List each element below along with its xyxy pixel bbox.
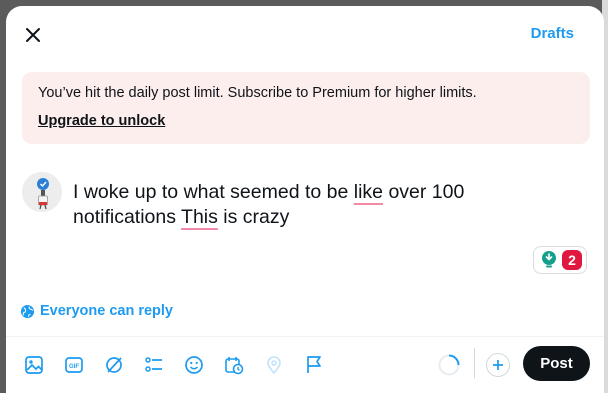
spell-flagged-word[interactable]: This [181, 206, 218, 228]
drafts-button[interactable]: Drafts [531, 25, 574, 42]
compose-modal: Drafts You’ve hit the daily post limit. … [6, 6, 604, 393]
location-icon [267, 356, 281, 375]
grammar-issue-count: 2 [562, 250, 582, 270]
add-emoji-button[interactable] [180, 351, 208, 379]
compose-textarea[interactable]: I woke up to what seemed to be like over… [73, 180, 553, 230]
grok-button[interactable] [100, 351, 128, 379]
flag-icon [307, 356, 321, 373]
post-button[interactable]: Post [523, 346, 590, 381]
close-icon [26, 28, 40, 42]
add-location-button[interactable] [260, 351, 288, 379]
reply-setting-label: Everyone can reply [40, 303, 173, 319]
plus-icon [493, 360, 503, 370]
add-media-button[interactable] [20, 351, 48, 379]
add-gif-button[interactable]: GIF [60, 351, 88, 379]
image-icon [25, 356, 43, 374]
modal-header: Drafts [6, 6, 604, 62]
compose-text-segment: is crazy [217, 206, 290, 228]
compose-text-segment: I woke up to what seemed to be [73, 181, 354, 203]
toolbar-divider [6, 336, 604, 337]
post-limit-banner: You’ve hit the daily post limit. Subscri… [22, 72, 590, 144]
avatar[interactable] [22, 172, 62, 212]
character-progress-ring [438, 354, 460, 376]
grammar-checker-button[interactable]: 2 [533, 246, 587, 274]
lightbulb-icon [542, 251, 556, 268]
reply-setting-button[interactable]: Everyone can reply [20, 303, 173, 319]
close-button[interactable] [16, 18, 50, 52]
tag-location-button[interactable] [300, 351, 328, 379]
svg-text:GIF: GIF [69, 364, 79, 370]
post-limit-message: You’ve hit the daily post limit. Subscri… [38, 85, 477, 101]
compose-text-segment: notifications [73, 206, 182, 228]
globe-icon [20, 304, 35, 318]
grok-icon [106, 357, 122, 373]
upgrade-link[interactable]: Upgrade to unlock [38, 113, 165, 129]
compose-toolbar: GIF [20, 350, 340, 380]
add-poll-button[interactable] [140, 351, 168, 379]
schedule-button[interactable] [220, 351, 248, 379]
gif-icon: GIF [65, 357, 83, 373]
emoji-icon [185, 356, 203, 374]
poll-icon [145, 357, 162, 372]
schedule-icon [225, 357, 244, 375]
add-thread-post-button[interactable] [486, 353, 510, 377]
spell-flagged-word[interactable]: like [354, 181, 383, 203]
avatar-image [22, 172, 62, 212]
compose-text-segment: over 100 [383, 181, 465, 203]
toolbar-separator [474, 348, 475, 378]
